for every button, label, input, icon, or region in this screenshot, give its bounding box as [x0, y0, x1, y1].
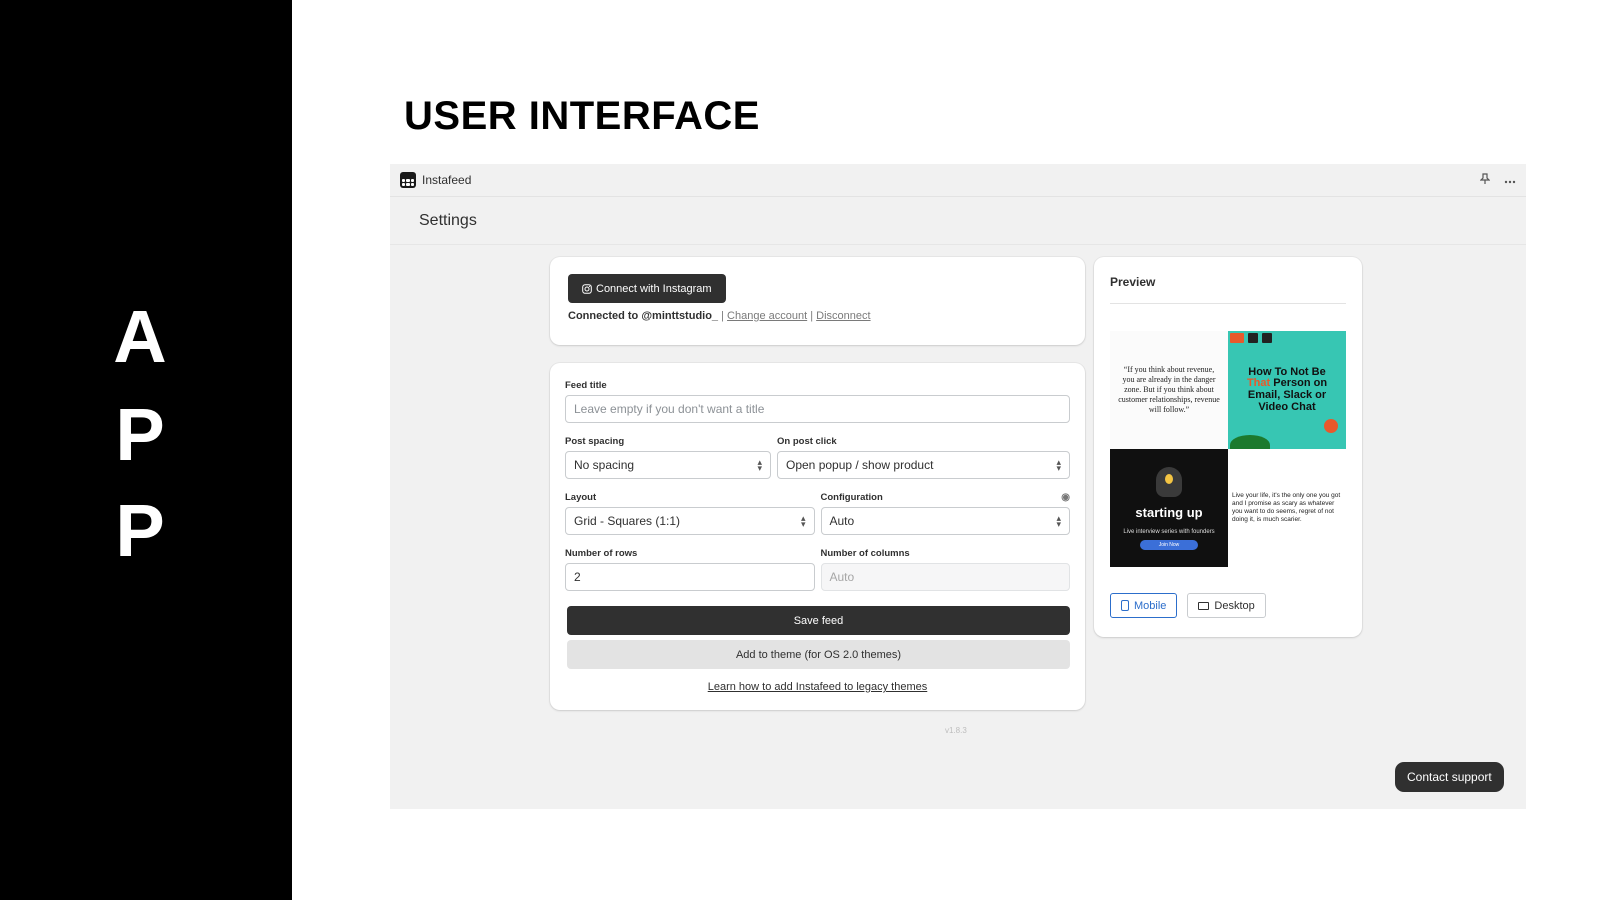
rows-input[interactable]: 2 [565, 563, 815, 591]
view-toggle: Mobile Desktop [1110, 593, 1346, 618]
left-black-panel: A P P [0, 0, 292, 900]
lightbulb-icon [1156, 466, 1182, 497]
app-window: Instafeed Settings Connect with Instagra… [390, 164, 1526, 809]
vertical-letter-p1: P [115, 393, 165, 476]
preview-tile-starting-up[interactable]: starting up Live interview series with f… [1110, 449, 1228, 567]
more-icon[interactable] [1504, 173, 1516, 187]
preview-tile-quote[interactable]: “If you think about revenue, you are alr… [1110, 331, 1228, 449]
preview-title: Preview [1110, 275, 1346, 304]
select-arrows-icon: ▴ ▾ [757, 457, 762, 473]
vertical-letter-p2: P [115, 489, 165, 572]
version-label: v1.8.3 [945, 726, 967, 735]
learn-legacy-themes-link[interactable]: Learn how to add Instafeed to legacy the… [565, 681, 1070, 693]
configuration-value: Auto [829, 514, 855, 528]
preview-card: Preview “If you think about revenue, you… [1094, 257, 1362, 637]
on-post-click-value: Open popup / show product [786, 458, 934, 472]
preview-tile-text-quote[interactable]: Live your life, it's the only one you go… [1228, 449, 1346, 567]
layout-select[interactable]: Grid - Squares (1:1) ▴ ▾ [565, 507, 815, 535]
connected-account-text: Connected to @minttstudio_ [568, 310, 719, 322]
add-to-theme-button[interactable]: Add to theme (for OS 2.0 themes) [567, 640, 1070, 669]
post-spacing-label: Post spacing [565, 436, 625, 447]
decorative-shape [1230, 435, 1270, 449]
configuration-select[interactable]: Auto ▴ ▾ [820, 507, 1070, 535]
layout-value: Grid - Squares (1:1) [574, 514, 681, 528]
alert-dot-icon [1324, 419, 1338, 433]
app-name: Instafeed [422, 173, 472, 187]
connect-instagram-button[interactable]: Connect with Instagram [568, 274, 726, 303]
pin-icon[interactable] [1479, 172, 1491, 188]
change-account-link[interactable]: Change account [727, 310, 807, 322]
app-logo-icon [400, 172, 416, 188]
eye-icon[interactable]: ◉ [1061, 492, 1070, 503]
desktop-icon [1198, 601, 1210, 610]
connect-card: Connect with Instagram Connected to @min… [550, 257, 1085, 345]
preview-tile-teal[interactable]: How To Not Be That Person on Email, Slac… [1228, 331, 1346, 449]
contact-support-button[interactable]: Contact support [1395, 762, 1504, 792]
feed-title-input[interactable]: Leave empty if you don't want a title [565, 395, 1070, 423]
post-spacing-value: No spacing [574, 458, 635, 472]
window-icons [1228, 331, 1346, 349]
select-arrows-icon: ▴ ▾ [800, 513, 806, 529]
feed-title-label: Feed title [565, 380, 607, 391]
on-post-click-label: On post click [777, 436, 837, 447]
disconnect-link[interactable]: Disconnect [816, 310, 870, 322]
rows-label: Number of rows [565, 548, 638, 559]
columns-input: Auto [820, 563, 1070, 591]
feed-settings-card: Feed title Leave empty if you don't want… [550, 363, 1085, 710]
page-title: Settings [390, 197, 1526, 245]
select-arrows-icon: ▴ ▾ [1056, 457, 1061, 473]
desktop-view-button[interactable]: Desktop [1187, 593, 1266, 618]
mobile-view-button[interactable]: Mobile [1110, 593, 1178, 618]
app-topbar: Instafeed [390, 164, 1526, 197]
preview-grid: “If you think about revenue, you are alr… [1110, 331, 1346, 567]
configuration-label: Configuration [820, 492, 883, 503]
select-arrows-icon: ▴ ▾ [1056, 513, 1061, 529]
mobile-icon [1121, 600, 1129, 611]
vertical-letter-a: A [113, 295, 167, 378]
slide-title: USER INTERFACE [404, 94, 760, 138]
connection-status: Connected to @minttstudio_ | Change acco… [568, 310, 871, 322]
post-spacing-select[interactable]: No spacing ▴ ▾ [565, 451, 771, 479]
layout-label: Layout [565, 492, 597, 503]
connect-instagram-label: Connect with Instagram [596, 282, 712, 295]
on-post-click-select[interactable]: Open popup / show product ▴ ▾ [777, 451, 1070, 479]
columns-label: Number of columns [820, 548, 910, 559]
save-feed-button[interactable]: Save feed [567, 606, 1070, 635]
instagram-icon [582, 283, 592, 294]
